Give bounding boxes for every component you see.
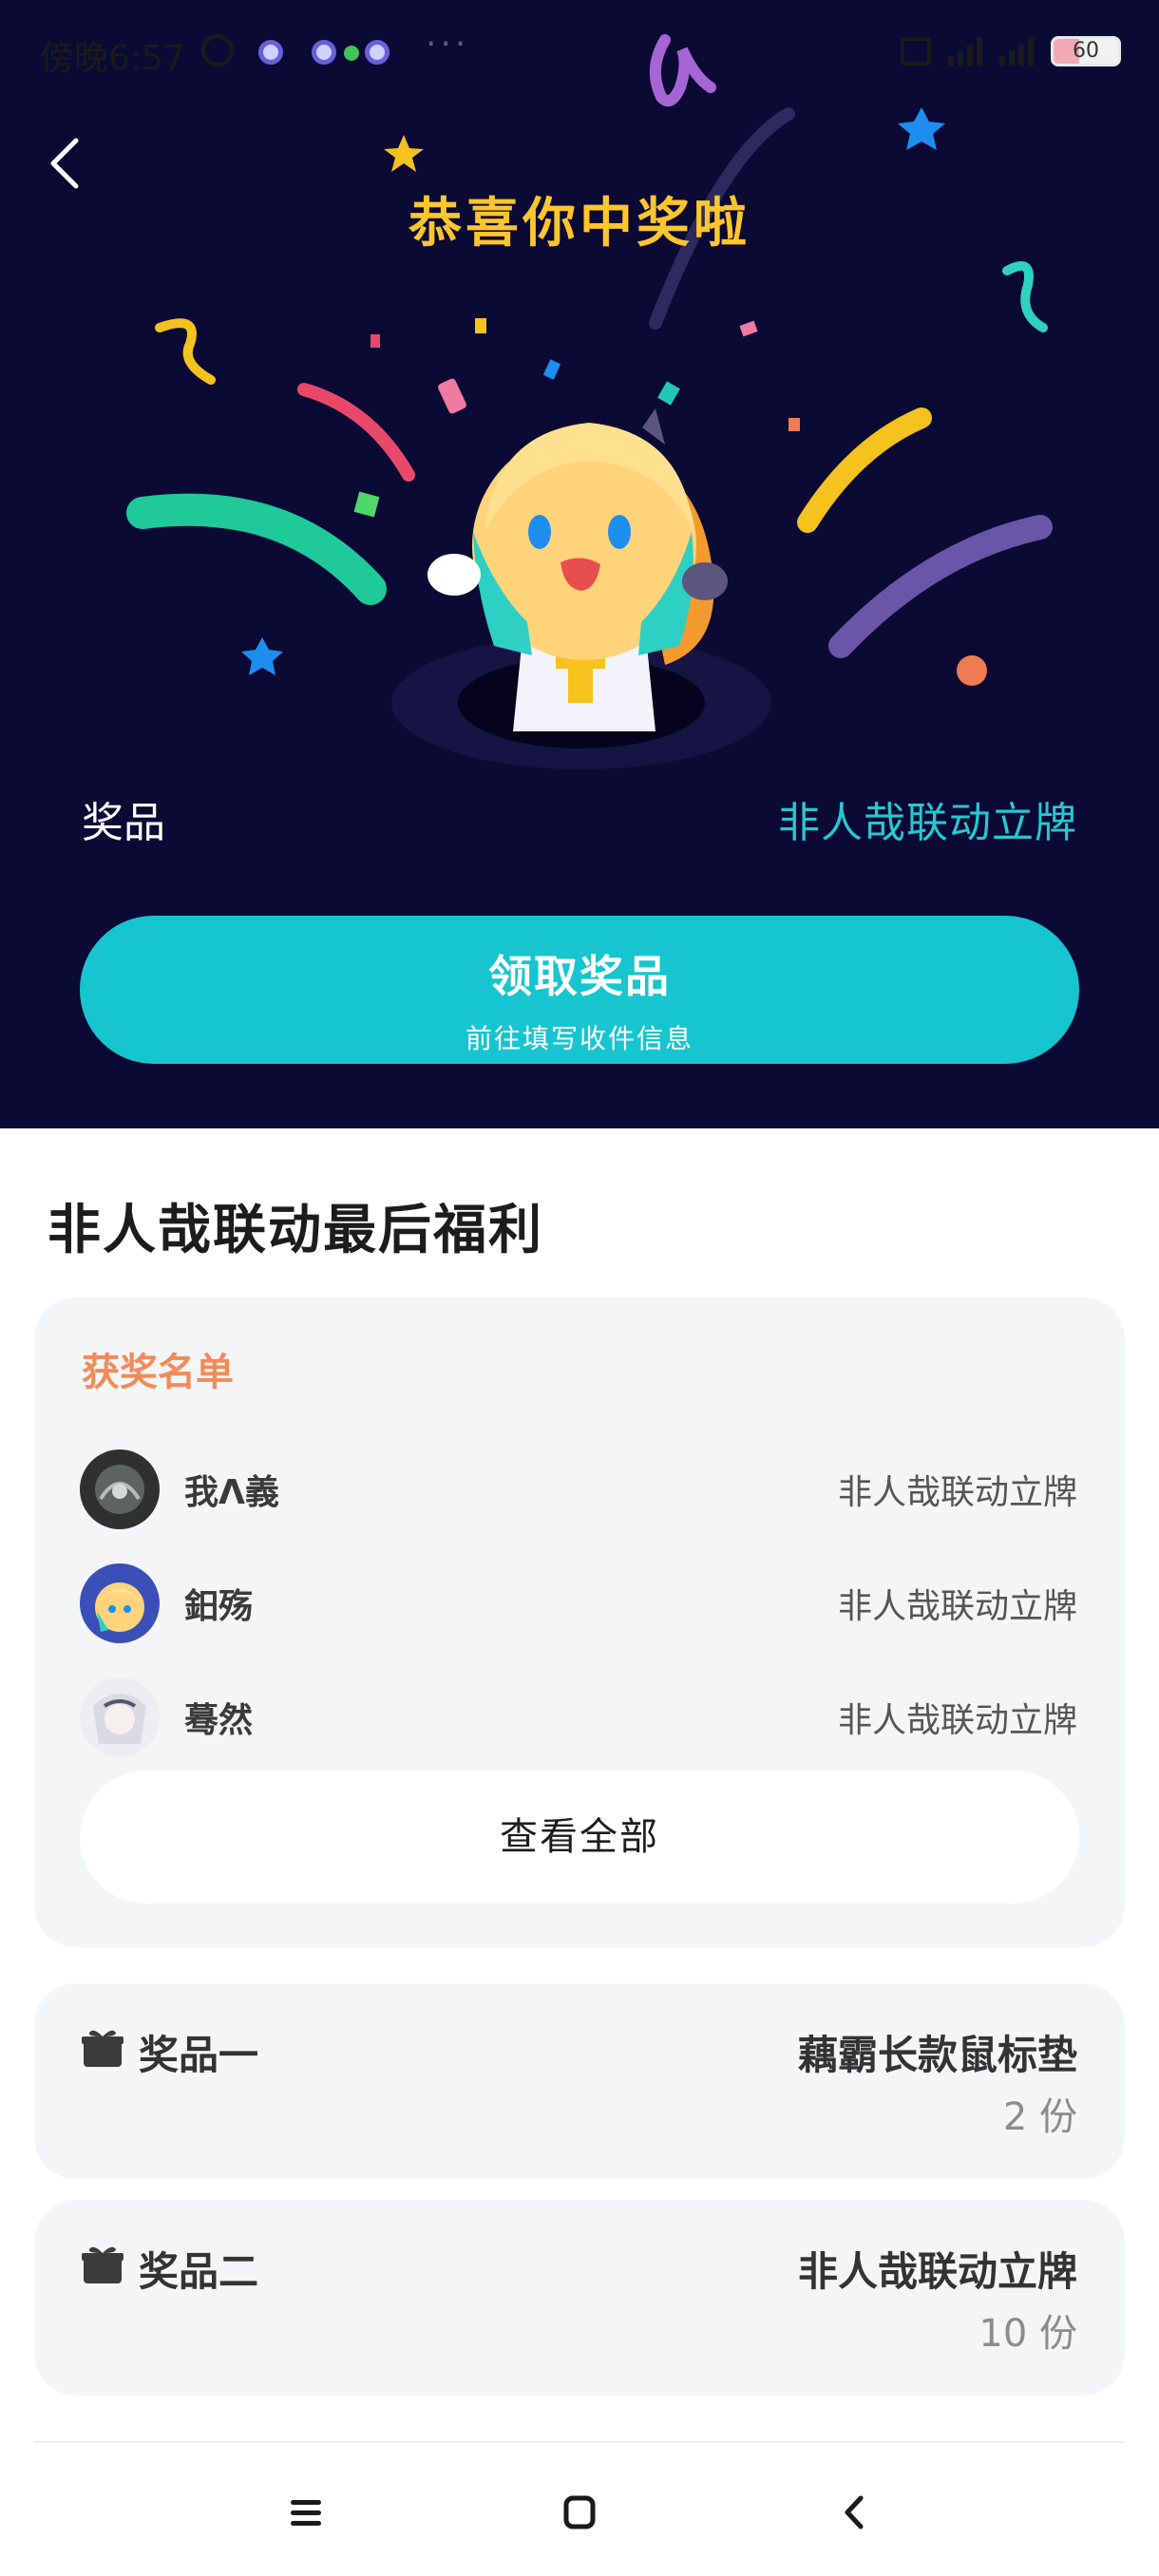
- winner-prize: 非人哉联动立牌: [837, 1701, 1077, 1740]
- battery-icon: 60: [1051, 36, 1121, 66]
- alarm-icon: [201, 34, 234, 66]
- prize-count: 2 份: [1002, 2095, 1077, 2139]
- home-icon[interactable]: [551, 2485, 608, 2542]
- claim-prize-button[interactable]: 领取奖品 前往填写收件信息: [80, 916, 1079, 1064]
- status-time: 傍晚6:57: [40, 39, 185, 78]
- prize-name: 非人哉联动立牌: [797, 2248, 1077, 2295]
- back-icon[interactable]: [826, 2485, 884, 2542]
- winner-prize: 非人哉联动立牌: [837, 1473, 1077, 1512]
- prize-hero: 傍晚6:57 ··· 60 恭喜你中奖啦 奖品 非人哉联动立牌 领取奖品 前往填…: [0, 0, 1159, 1128]
- view-all-button[interactable]: 查看全部: [80, 1771, 1079, 1904]
- prize-count: 10 份: [978, 2312, 1077, 2356]
- winner-avatar: [80, 1563, 160, 1643]
- prize-tier-label: 奖品一: [139, 2032, 259, 2078]
- claim-button-label: 领取奖品: [488, 951, 671, 1002]
- notification-dot-icon: [344, 46, 359, 61]
- signal-icon: [948, 37, 982, 66]
- more-notifications-icon: ···: [426, 25, 470, 64]
- notification-app-icon: [258, 40, 283, 65]
- system-nav-bar: [0, 2443, 1159, 2576]
- winner-row: 蓦然 非人哉联动立牌: [34, 1668, 1125, 1763]
- notification-app-icon: [365, 40, 390, 65]
- winner-avatar: [80, 1677, 160, 1757]
- winner-name: 鈤殇: [184, 1587, 254, 1626]
- celebration-illustration: [126, 107, 1053, 769]
- prize-value: 非人哉联动立牌: [778, 799, 1077, 847]
- prize-name: 藕霸长款鼠标垫: [797, 2032, 1077, 2078]
- winner-avatar: [80, 1449, 160, 1529]
- status-right: 60: [901, 36, 1121, 66]
- brand-logo-icon: [649, 34, 716, 107]
- claim-button-subtext: 前往填写收件信息: [465, 1023, 694, 1054]
- winner-row: 我Λ義 非人哉联动立牌: [34, 1440, 1125, 1535]
- winners-card: 获奖名单 我Λ義 非人哉联动立牌 鈤殇 非人哉联动立牌 蓦然 非人哉联动立牌 查…: [34, 1297, 1125, 1947]
- battery-level: 60: [1073, 39, 1099, 63]
- screen-cast-icon: [901, 37, 931, 66]
- menu-icon[interactable]: [277, 2485, 334, 2542]
- gift-icon: [82, 2030, 124, 2067]
- notification-app-icon: [312, 40, 336, 65]
- prize-card: 奖品二 非人哉联动立牌 10 份: [34, 2200, 1125, 2396]
- prize-label: 奖品: [82, 799, 165, 847]
- signal-icon: [999, 37, 1034, 66]
- prize-card: 奖品一 藕霸长款鼠标垫 2 份: [34, 1983, 1125, 2179]
- congrats-title: 恭喜你中奖啦: [408, 193, 750, 255]
- prize-tier-label: 奖品二: [139, 2248, 259, 2295]
- winner-row: 鈤殇 非人哉联动立牌: [34, 1554, 1125, 1649]
- status-bar: 傍晚6:57 ··· 60: [0, 0, 1159, 104]
- winners-heading: 获奖名单: [82, 1351, 234, 1394]
- event-title: 非人哉联动最后福利: [48, 1200, 543, 1261]
- winner-name: 我Λ義: [184, 1473, 279, 1512]
- gift-icon: [82, 2246, 124, 2283]
- winner-prize: 非人哉联动立牌: [837, 1587, 1077, 1626]
- winner-name: 蓦然: [184, 1701, 254, 1740]
